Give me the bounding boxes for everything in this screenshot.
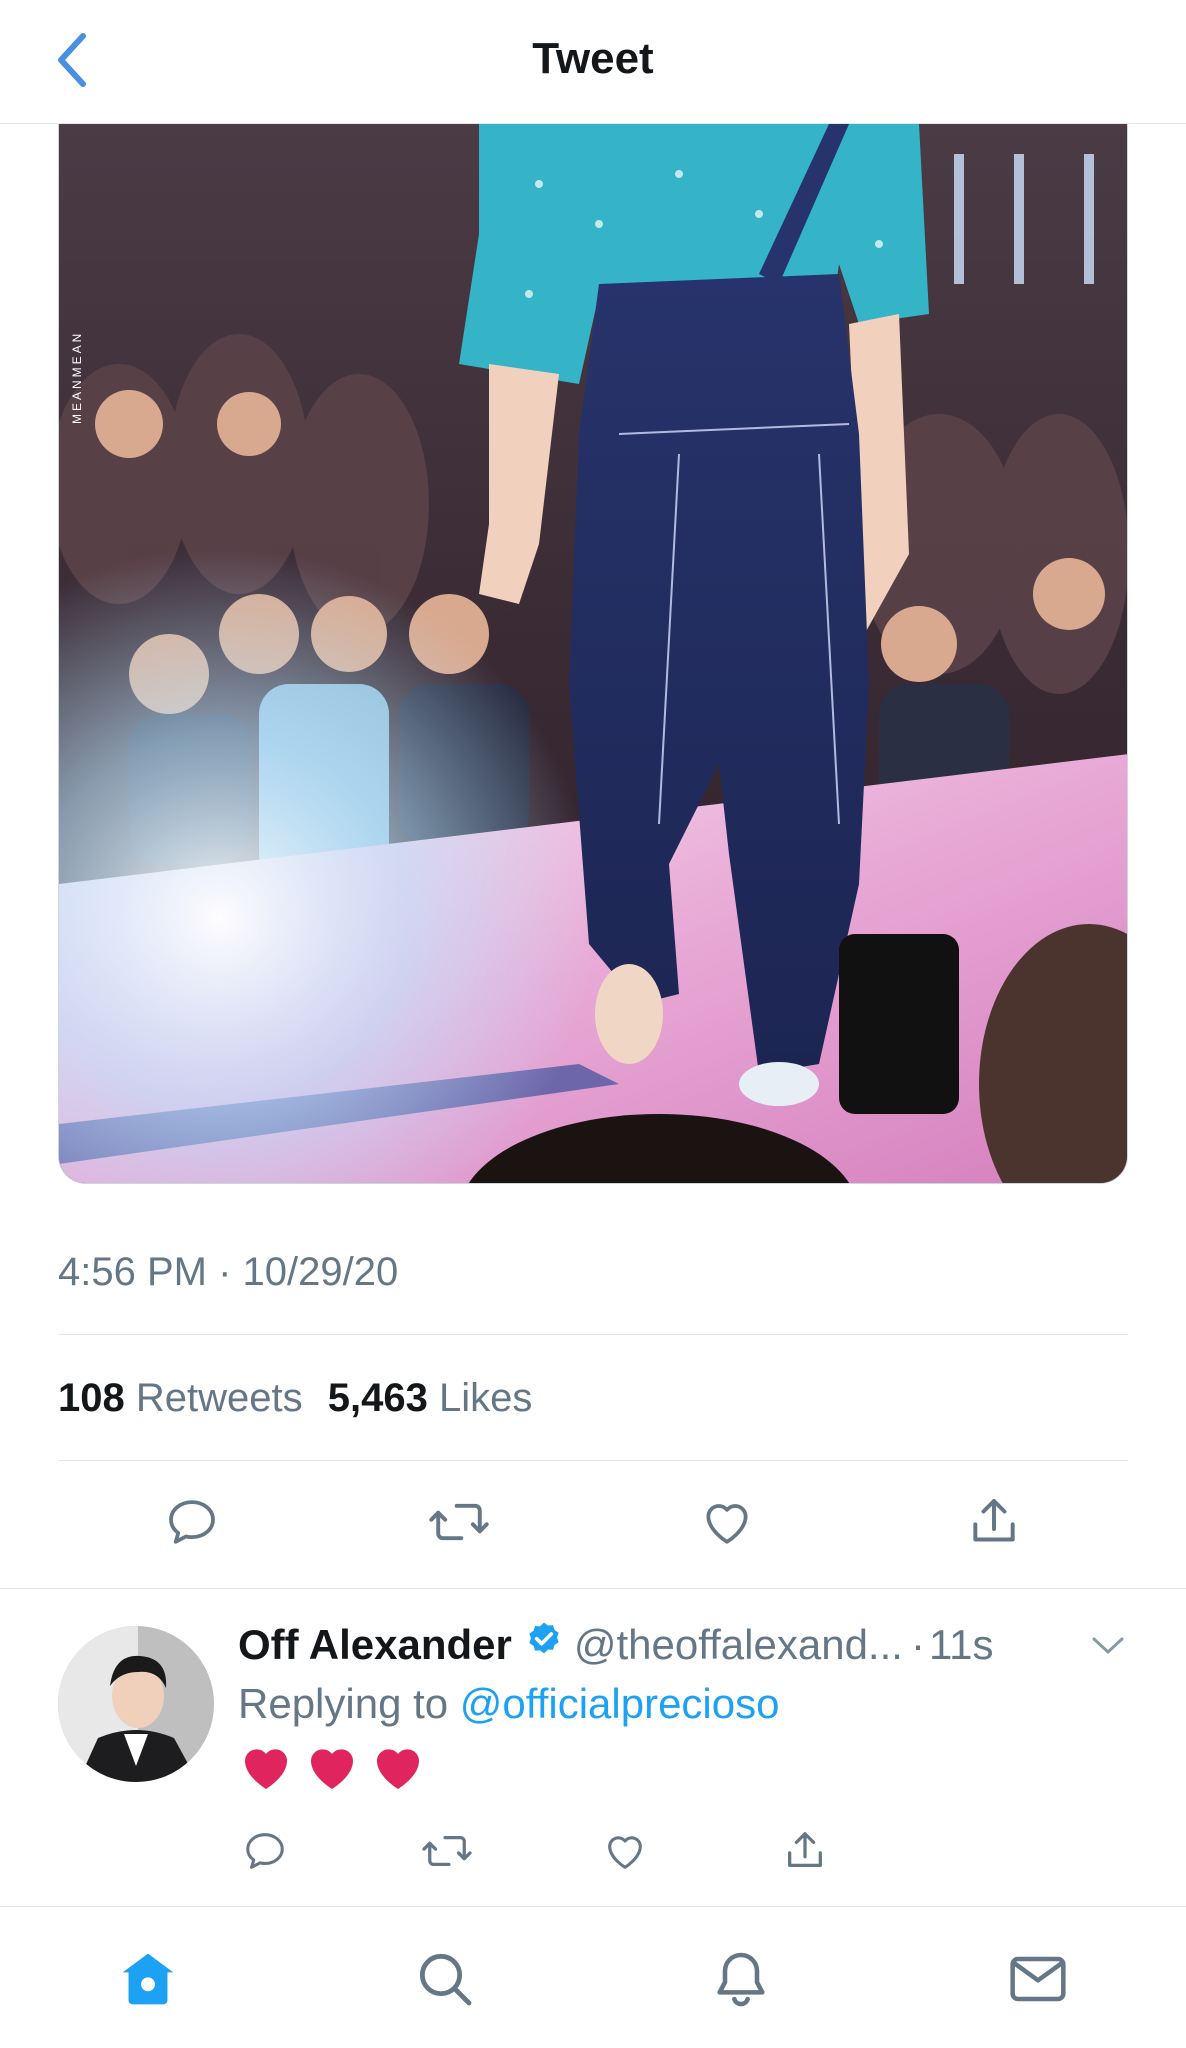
- chevron-down-icon: [1092, 1637, 1124, 1654]
- red-heart-emoji-icon: [245, 1749, 287, 1789]
- red-heart-emoji-icon: [311, 1749, 353, 1789]
- tweet-action-bar: [58, 1494, 1128, 1550]
- tweet-media-image[interactable]: MEANMEAN: [58, 124, 1128, 1184]
- reply-icon: [246, 1833, 284, 1869]
- likes-label[interactable]: Likes: [439, 1376, 532, 1420]
- like-icon: [706, 1504, 748, 1544]
- tweet-stats: 108 Retweets 5,463 Likes: [58, 1376, 532, 1421]
- reply-tweet[interactable]: Off Alexander @theoffalexand... · 11s Re…: [0, 1590, 1186, 1906]
- tab-home[interactable]: [0, 1907, 297, 2048]
- reply-button[interactable]: [58, 1494, 326, 1550]
- reply-time: 11s: [928, 1621, 994, 1668]
- divider: [58, 1334, 1128, 1335]
- like-button[interactable]: [593, 1494, 861, 1550]
- divider: [0, 1588, 1186, 1589]
- likes-count[interactable]: 5,463: [328, 1376, 428, 1420]
- retweet-icon: [429, 1503, 489, 1541]
- search-icon: [419, 1953, 472, 2006]
- retweets-count[interactable]: 108: [58, 1376, 125, 1420]
- home-icon: [122, 1953, 174, 2005]
- retweets-label[interactable]: Retweets: [136, 1376, 303, 1420]
- replying-to-line: Replying to @officialprecioso: [238, 1680, 779, 1728]
- reply-author-name[interactable]: Off Alexander: [238, 1621, 512, 1669]
- share-button[interactable]: [861, 1494, 1129, 1550]
- page-title: Tweet: [532, 34, 654, 83]
- reply-action-bar: [238, 1828, 958, 1874]
- tab-search[interactable]: [297, 1907, 594, 2048]
- tab-notifications[interactable]: [593, 1907, 890, 2048]
- replying-prefix: Replying to: [238, 1680, 449, 1727]
- reply-content: [238, 1740, 426, 1796]
- tweet-timestamp[interactable]: 4:56 PM · 10/29/20: [58, 1250, 398, 1295]
- share-icon: [973, 1499, 1015, 1542]
- top-navigation-bar: Tweet: [0, 0, 1186, 124]
- bottom-tab-bar: [0, 1906, 1186, 2048]
- tab-messages[interactable]: [890, 1907, 1186, 2048]
- reply-reply-button[interactable]: [238, 1828, 418, 1874]
- red-heart-emoji-icon: [377, 1749, 419, 1789]
- divider: [58, 1460, 1128, 1461]
- retweet-button[interactable]: [326, 1494, 594, 1550]
- notifications-icon: [717, 1952, 765, 2007]
- reply-content-text: [238, 1740, 426, 1796]
- reply-icon: [168, 1500, 215, 1544]
- media-watermark: MEANMEAN: [70, 331, 84, 424]
- reply-retweet-button[interactable]: [418, 1828, 598, 1874]
- tweet-options-button[interactable]: [1090, 1634, 1126, 1663]
- reply-header: Off Alexander @theoffalexand... · 11s: [238, 1620, 994, 1670]
- like-icon: [608, 1836, 642, 1869]
- avatar[interactable]: [58, 1626, 214, 1782]
- reply-like-button[interactable]: [598, 1828, 778, 1874]
- replying-to-link[interactable]: @officialprecioso: [460, 1680, 780, 1727]
- reply-share-button[interactable]: [778, 1828, 958, 1874]
- verified-badge-icon: [524, 1620, 564, 1670]
- share-icon: [788, 1832, 822, 1868]
- reply-separator: ·: [910, 1621, 925, 1668]
- messages-icon: [1010, 1956, 1066, 2002]
- reply-author-handle[interactable]: @theoffalexand...: [574, 1621, 903, 1669]
- retweet-icon: [422, 1835, 472, 1867]
